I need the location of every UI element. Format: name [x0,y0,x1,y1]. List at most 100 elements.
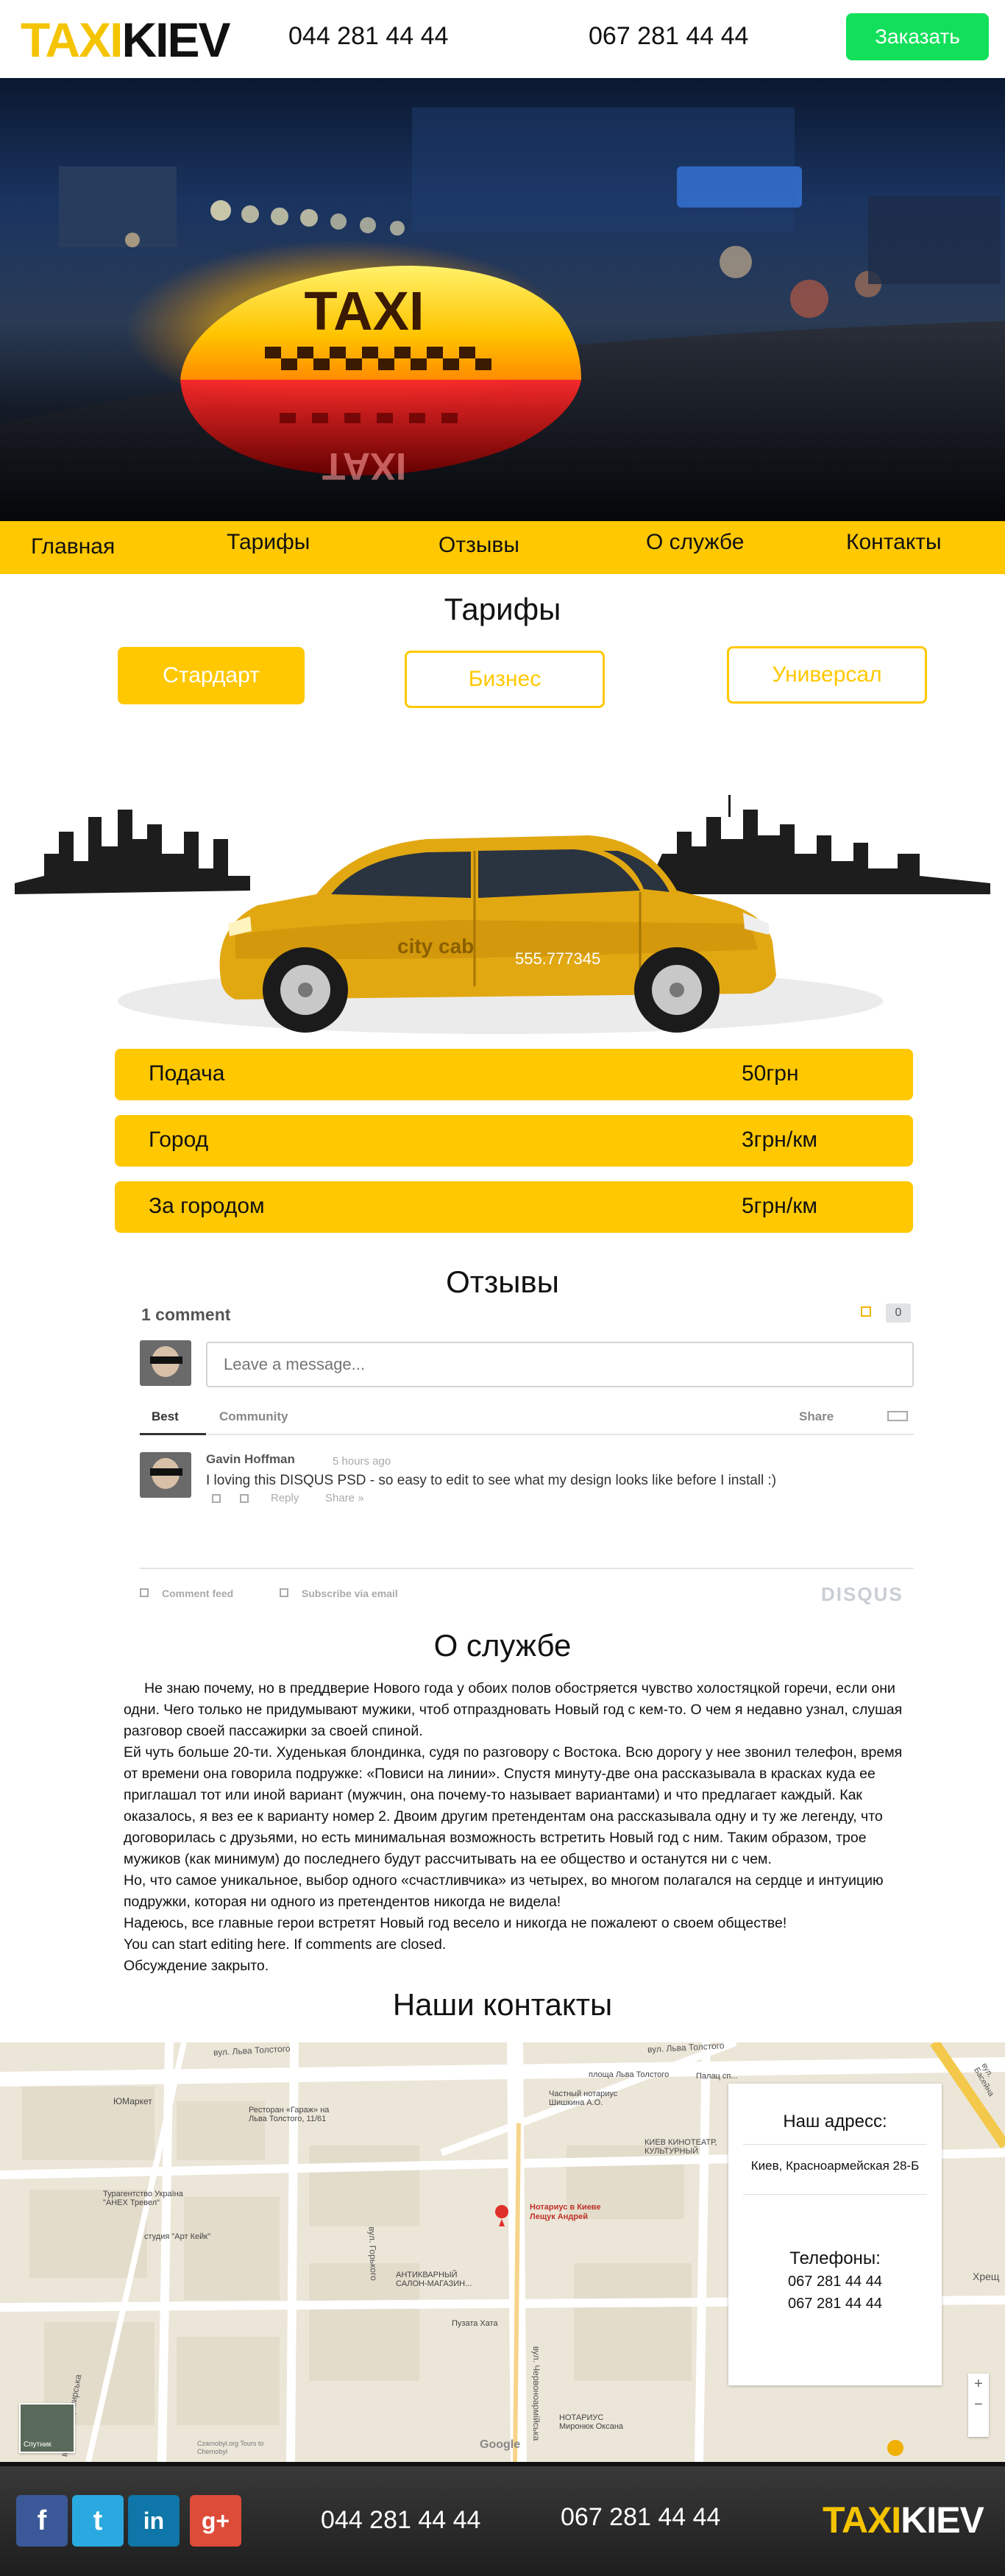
avatar [140,1340,191,1386]
address-title: Наш адресс: [783,2112,887,2131]
about-title: О службе [433,1628,572,1663]
facebook-icon[interactable]: f [16,2495,68,2547]
map[interactable]: Нотариус в Киеве Лещук Андрей вул. Льва … [0,2042,1005,2462]
google-logo[interactable]: Google [480,2438,520,2452]
comment-author[interactable]: Gavin Hoffman [206,1452,295,1467]
logo-kiev: KIEV [121,13,230,67]
rate-row: За городом 5грн/км [115,1181,913,1233]
rate-row: Город 3грн/км [115,1115,913,1167]
tab-standard[interactable]: Стардарт [118,647,305,704]
main-nav: Главная Тарифы Отзывы О службе Контакты [0,521,1005,574]
comment-feed-link[interactable]: Comment feed [162,1588,233,1599]
rate-row: Подача 50грн [115,1049,913,1100]
map-street-label: вул. Горького [366,2226,380,2282]
map-marker-label[interactable]: Нотариус в Киеве Лещук Андрей [530,2203,611,2222]
map-poi: ЮМаркет [113,2096,152,2106]
satellite-label: Спутник [24,2441,52,2449]
hero-sign-reflection: TAXI [322,445,407,487]
reviews-title: Отзывы [446,1264,559,1299]
zoom-in-icon[interactable]: + [968,2374,989,2394]
map-poi: Ресторан «Гараж» на Льва Толстого, 11/61 [249,2106,330,2123]
disqus-logo[interactable]: DISQUS [821,1583,903,1606]
map-poi: Пузата Хата [452,2319,498,2328]
map-metro: площа Льва Толстого [589,2070,670,2079]
address-card: Наш адресс: Киев, Красноармейская 28-Б Т… [728,2084,942,2385]
rate-name: Подача [149,1061,225,1086]
rate-name: За городом [149,1194,265,1218]
map-district: Хрещ [973,2271,1000,2282]
map-poi: НОТАРИУС Миронюк Оксана [559,2413,624,2431]
comment-input[interactable] [206,1342,914,1387]
header-phone-2[interactable]: 067 281 44 44 [589,22,748,51]
nav-item-tariffs[interactable]: Тарифы [227,530,310,555]
site-header: TAXIKIEV 044 281 44 44 067 281 44 44 Зак… [0,0,1005,78]
subscribe-link[interactable]: Subscribe via email [302,1588,398,1599]
tab-universal[interactable]: Универсал [727,646,927,704]
phones-title: Телефоны: [789,2248,881,2268]
about-paragraph: Но, что самое уникальное, выбор одного «… [124,1872,884,1910]
rate-value: 50грн [742,1061,799,1086]
taxi-car-image: city cab 555.777345 [15,765,990,1038]
google-plus-icon[interactable]: g+ [190,2495,241,2547]
footer-logo-taxi: TAXI [823,2499,901,2541]
map-poi: АНТИКВАРНЫЙ САЛОН-МАГАЗИН... [396,2271,472,2288]
site-footer: f t in g+ 044 281 44 44 067 281 44 44 TA… [0,2462,1005,2576]
order-button[interactable]: Заказать [846,13,989,60]
nav-item-contacts[interactable]: Контакты [846,530,942,555]
address-text: Киев, Красноармейская 28-Б [750,2159,920,2173]
about-paragraph: Надеюсь, все главные герои встретят Новы… [124,1915,787,1931]
map-poi: КИЕВ КИНОТЕАТР, КУЛЬТУРНЫЙ [644,2138,717,2156]
car-illustration: city cab 555.777345 [15,795,990,1034]
pegman-icon[interactable] [887,2440,903,2456]
linkedin-icon[interactable]: in [128,2495,180,2547]
feed-icon [140,1588,149,1597]
disqus-widget: 1 comment 0 Best Community Share Gavin H… [140,1299,914,1616]
header-logo[interactable]: TAXIKIEV [21,12,231,68]
twitter-icon[interactable]: t [72,2495,124,2547]
map-street-label: вул. Червоноармійська [531,2346,542,2441]
rate-value: 3грн/км [742,1128,817,1152]
tab-community[interactable]: Community [219,1409,288,1424]
comment-time[interactable]: 5 hours ago [333,1455,391,1468]
map-copyright: Czarnobyl.org Tours to Chernobyl [197,2440,264,2455]
tab-business[interactable]: Бизнес [405,651,605,708]
car-brand-text: city cab [397,935,474,958]
map-poi: Турагентство Україна "АНЕХ Тревел" [103,2190,183,2207]
comment-text: I loving this DISQUS PSD - so easy to ed… [206,1473,777,1488]
footer-phone-2[interactable]: 067 281 44 44 [561,2503,720,2532]
upvote-icon[interactable] [212,1494,221,1503]
satellite-toggle[interactable]: Спутник [19,2403,75,2453]
contact-phone-2[interactable]: 067 281 44 44 [728,2296,942,2313]
footer-phone-1[interactable]: 044 281 44 44 [321,2506,480,2535]
zoom-controls[interactable]: + − [968,2374,989,2437]
email-icon [280,1588,288,1597]
nav-item-about[interactable]: О службе [646,530,744,555]
heart-icon[interactable] [861,1306,871,1317]
contact-phone-1[interactable]: 067 281 44 44 [728,2274,942,2290]
car-phone-text: 555.777345 [515,949,600,968]
rate-name: Город [149,1128,209,1152]
rate-value: 5грн/км [742,1194,817,1218]
share-button[interactable]: Share [799,1409,834,1424]
nav-item-home[interactable]: Главная [31,534,115,559]
about-paragraph: Не знаю почему, но в преддверие Нового г… [124,1680,903,1739]
comment-share-link[interactable]: Share » [325,1492,364,1504]
tariffs-title: Тарифы [444,592,561,626]
about-text: Не знаю почему, но в преддверие Нового г… [124,1678,911,1977]
nav-item-reviews[interactable]: Отзывы [438,533,519,558]
hero-sign-text: TAXI [304,280,424,342]
tab-best[interactable]: Best [152,1409,179,1424]
about-paragraph: Обсуждение закрыто. [124,1958,269,1974]
comment-count: 1 comment [141,1305,231,1324]
header-phone-1[interactable]: 044 281 44 44 [288,22,448,51]
map-poi: Частный нотариус Шишкина А.О. [549,2090,618,2107]
downvote-icon[interactable] [240,1494,249,1503]
reply-link[interactable]: Reply [271,1492,299,1504]
footer-logo-kiev: KIEV [901,2499,984,2541]
zoom-out-icon[interactable]: − [968,2394,989,2415]
map-poi: Палац сп... [696,2072,738,2081]
map-poi: студия "Арт Кейк" [144,2232,210,2241]
footer-logo[interactable]: TAXIKIEV [823,2499,984,2541]
settings-icon[interactable] [887,1411,908,1421]
comment-avatar [140,1452,191,1498]
